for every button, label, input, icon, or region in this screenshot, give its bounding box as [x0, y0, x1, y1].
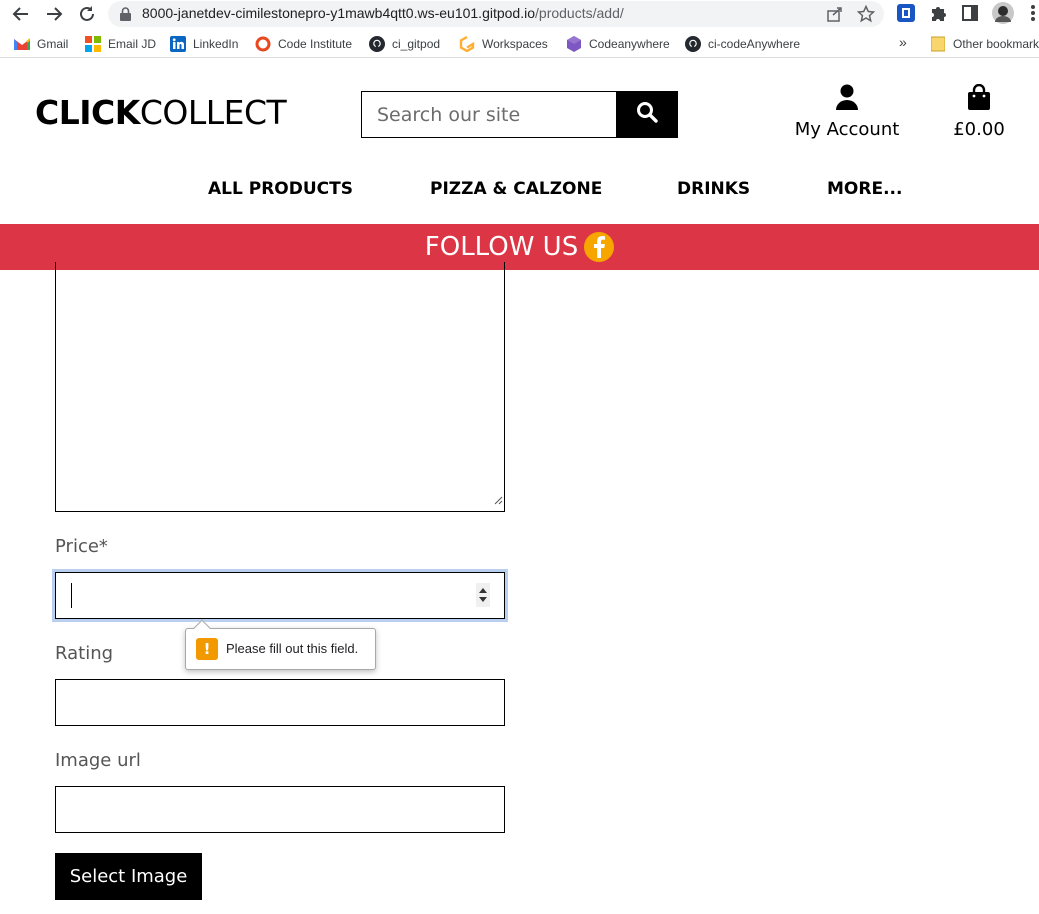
reload-icon[interactable]: [76, 3, 98, 25]
spinner-up-icon[interactable]: [479, 588, 487, 593]
image-url-input-field[interactable]: [56, 787, 504, 832]
nav-all-products[interactable]: ALL PRODUCTS: [208, 179, 353, 199]
select-image-button[interactable]: Select Image: [55, 853, 202, 900]
logo-light-text: COLLECT: [139, 93, 287, 132]
image-url-label: Image url: [55, 750, 141, 771]
bookmark-label: ci-codeAnywhere: [708, 37, 801, 51]
bookmarks-bar: Gmail Email JD LinkedIn Code Institute c…: [0, 32, 1039, 58]
site-logo[interactable]: CLICKCOLLECT: [35, 93, 287, 132]
nav-pizza-calzone[interactable]: PIZZA & CALZONE: [430, 179, 602, 199]
search-form: [361, 91, 617, 138]
bookmark-label: Workspaces: [482, 37, 548, 51]
nav-drinks[interactable]: DRINKS: [677, 179, 750, 199]
bookmarks-overflow-button[interactable]: »: [899, 34, 907, 50]
description-textarea[interactable]: [55, 262, 505, 512]
bookmark-code-institute[interactable]: Code Institute: [255, 36, 352, 52]
text-caret: [71, 583, 72, 608]
bookmark-gmail[interactable]: Gmail: [14, 36, 68, 52]
tooltip-arrow: [193, 619, 211, 637]
code-institute-icon: [255, 36, 271, 52]
my-account-label: My Account: [794, 119, 900, 140]
rating-input[interactable]: [55, 679, 505, 726]
search-button[interactable]: [616, 91, 678, 138]
address-bar[interactable]: 8000-janetdev-cimilestonepro-y1mawb4qtt0…: [108, 1, 884, 27]
side-panel-icon[interactable]: [961, 4, 979, 27]
search-icon: [636, 101, 658, 128]
facebook-icon[interactable]: [584, 232, 615, 262]
bookmark-email-jd[interactable]: Email JD: [85, 36, 156, 52]
banner-text: FOLLOW US: [424, 232, 579, 262]
back-icon[interactable]: [10, 3, 32, 25]
linkedin-icon: [170, 36, 186, 52]
browser-toolbar: 8000-janetdev-cimilestonepro-y1mawb4qtt0…: [0, 0, 1039, 28]
rating-input-field[interactable]: [56, 680, 504, 725]
bookmark-ci-codeanywhere[interactable]: ci-codeAnywhere: [685, 36, 800, 52]
bookmark-label: LinkedIn: [193, 37, 239, 51]
microsoft-icon: [85, 36, 101, 52]
url-host: 8000-janetdev-cimilestonepro-y1mawb4qtt0…: [142, 5, 536, 21]
number-spinner[interactable]: [476, 583, 490, 607]
forward-icon[interactable]: [43, 3, 65, 25]
other-bookmarks[interactable]: Other bookmarks: [930, 36, 1039, 52]
price-label: Price*: [55, 536, 108, 557]
bookmark-label: Gmail: [37, 37, 69, 51]
nav-more[interactable]: MORE...: [827, 179, 902, 199]
warning-icon: !: [196, 638, 218, 660]
search-input[interactable]: [362, 92, 617, 137]
user-icon: [835, 84, 859, 114]
gitpod-icon: [459, 36, 475, 52]
price-input[interactable]: [55, 572, 505, 619]
logo-bold-text: CLICK: [35, 93, 140, 132]
bookmark-linkedin[interactable]: LinkedIn: [170, 36, 238, 52]
kebab-menu-icon[interactable]: [1030, 4, 1036, 27]
validation-message: Please fill out this field.: [226, 641, 359, 656]
resize-handle-icon[interactable]: [493, 492, 503, 510]
shopping-bag-icon: [967, 83, 991, 114]
folder-icon: [930, 36, 946, 52]
github-icon: [685, 36, 701, 52]
github-icon: [369, 36, 385, 52]
shopping-bag-link[interactable]: £0.00: [950, 83, 1008, 140]
my-account-link[interactable]: My Account: [790, 84, 904, 140]
bookmark-codeanywhere[interactable]: Codeanywhere: [566, 36, 670, 52]
rating-label: Rating: [55, 643, 114, 664]
bookmark-label: Email JD: [108, 37, 157, 51]
bookmark-label: Other bookmarks: [953, 37, 1039, 51]
url-path: /products/add/: [535, 5, 624, 21]
image-url-input[interactable]: [55, 786, 505, 833]
lock-icon: [120, 7, 131, 26]
bag-total: £0.00: [953, 119, 1005, 140]
overflow-chevron-icon: »: [899, 34, 907, 50]
validation-tooltip: ! Please fill out this field.: [185, 619, 376, 670]
share-icon[interactable]: [826, 5, 844, 28]
codeanywhere-icon: [566, 36, 582, 52]
url-text: 8000-janetdev-cimilestonepro-y1mawb4qtt0…: [142, 5, 624, 21]
bookmark-label: ci_gitpod: [392, 37, 441, 51]
gmail-icon: [14, 36, 30, 52]
puzzle-icon[interactable]: [929, 4, 947, 27]
bookmark-label: Code Institute: [278, 37, 353, 51]
profile-avatar-icon[interactable]: [992, 2, 1014, 29]
bookmark-workspaces[interactable]: Workspaces: [459, 36, 548, 52]
spinner-down-icon[interactable]: [479, 597, 487, 602]
star-icon[interactable]: [856, 4, 876, 28]
bookmark-ci-gitpod[interactable]: ci_gitpod: [369, 36, 440, 52]
extension-badge-icon[interactable]: [897, 4, 915, 27]
bookmark-label: Codeanywhere: [589, 37, 670, 51]
